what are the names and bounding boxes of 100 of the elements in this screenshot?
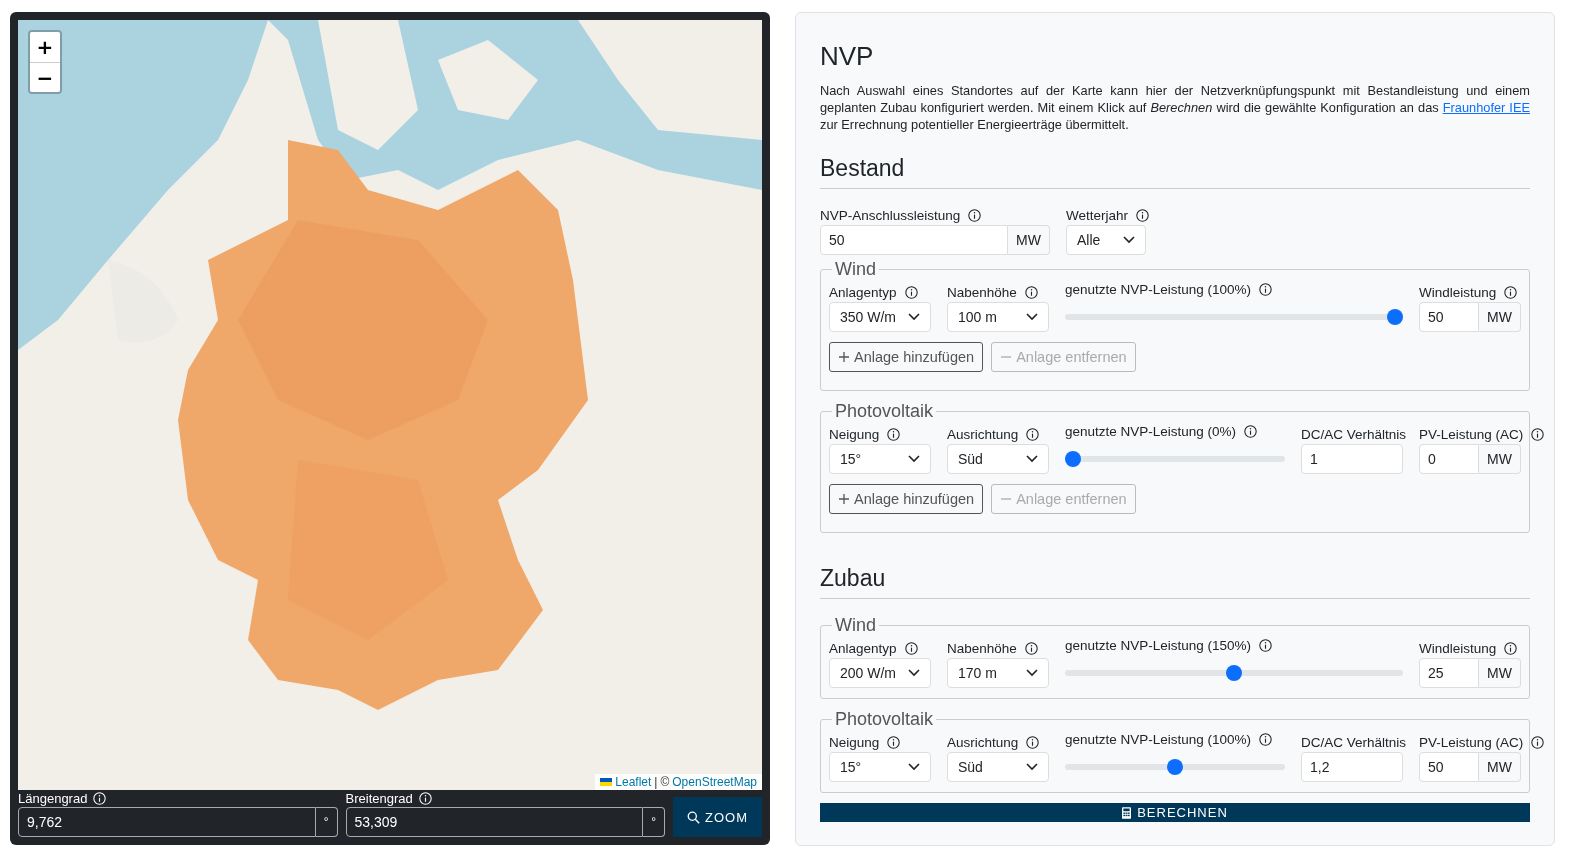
info-icon[interactable] — [1024, 641, 1038, 655]
info-icon[interactable] — [1259, 638, 1273, 652]
info-icon[interactable] — [1026, 735, 1040, 749]
field-label: Nabenhöhe — [947, 284, 1017, 300]
field-label: Breitengrad — [345, 790, 413, 806]
field-label: Anlagentyp — [829, 640, 897, 656]
separator-text: | — [654, 775, 658, 789]
fraunhofer-link[interactable]: Fraunhofer IEE — [1442, 100, 1530, 115]
field-label: Wetterjahr — [1066, 207, 1129, 223]
description-text: Nach Auswahl eines Standortes auf der Karte kann hier der Netzverknüpfungspunkt mit Bestandleistung und einem geplanten Zubau konfiguriert werden. Mit einem Klick auf Berechnen wird die gewählte Konfiguration an das Fraunhofer IEE zur Errechnung potentieller Energieerträge übermittelt. — [820, 82, 1530, 133]
info-icon[interactable] — [1504, 285, 1518, 299]
field-label: DC/AC Verhältnis — [1301, 734, 1407, 750]
leaflet-link[interactable]: Leaflet — [615, 775, 652, 789]
slider-thumb[interactable] — [1226, 665, 1242, 681]
field-label: Neigung — [829, 734, 880, 750]
dropdown[interactable]: 350 W/m — [829, 302, 931, 332]
field-label: NVP-Anschlussleistung — [820, 207, 961, 223]
field-label: Nabenhöhe — [947, 640, 1017, 656]
unit-addon: MW — [1479, 752, 1521, 782]
copyright-sign: © — [660, 775, 670, 789]
dropdown[interactable]: Süd — [947, 752, 1049, 782]
input-field[interactable]: 50 — [1419, 302, 1480, 332]
calculate-button[interactable]: BERECHNEN — [820, 803, 1530, 822]
chevron-icon — [1123, 236, 1135, 244]
dropdown[interactable]: 170 m — [947, 658, 1049, 688]
input-field[interactable]: 9,762 — [18, 807, 316, 837]
group-title: Photovoltaik — [834, 709, 935, 730]
input-field[interactable]: 50 — [1419, 752, 1480, 782]
info-icon[interactable] — [1026, 427, 1040, 441]
field-label: Windleistung — [1419, 640, 1497, 656]
group-title: Photovoltaik — [834, 401, 935, 422]
plus-icon — [838, 351, 850, 363]
info-icon[interactable] — [887, 735, 901, 749]
field-label: Windleistung — [1419, 284, 1497, 300]
info-icon[interactable] — [1504, 641, 1518, 655]
unit-addon: ° — [643, 807, 666, 837]
field-label: genutzte NVP-Leistung (0%) — [1065, 423, 1237, 439]
chevron-icon — [1026, 313, 1038, 321]
info-icon[interactable] — [968, 208, 982, 222]
field-label: genutzte NVP-Leistung (100%) — [1065, 281, 1252, 297]
zoom-button[interactable]: ZOOM — [673, 797, 762, 837]
chevron-icon — [908, 669, 920, 677]
chevron-icon — [908, 763, 920, 771]
slider-thumb[interactable] — [1387, 309, 1403, 325]
section-title: Zubau — [820, 565, 1530, 599]
openstreetmap-link[interactable]: OpenStreetMap — [672, 775, 757, 789]
chevron-icon — [1026, 763, 1038, 771]
field-label: PV-Leistung (AC) — [1419, 426, 1524, 442]
info-icon[interactable] — [1244, 424, 1258, 438]
dropdown[interactable]: 15° — [829, 752, 931, 782]
info-icon[interactable] — [1531, 735, 1545, 749]
info-icon[interactable] — [904, 641, 918, 655]
slider-thumb[interactable] — [1167, 759, 1183, 775]
field-label: genutzte NVP-Leistung (100%) — [1065, 731, 1252, 747]
unit-addon: ° — [315, 807, 338, 837]
input-field[interactable]: 1 — [1301, 444, 1403, 474]
info-icon[interactable] — [887, 427, 901, 441]
field-label: Ausrichtung — [947, 734, 1019, 750]
input-field[interactable]: 0 — [1419, 444, 1480, 474]
search-icon — [687, 810, 701, 824]
group-title: Wind — [834, 259, 877, 280]
chevron-icon — [1026, 669, 1038, 677]
info-icon[interactable] — [1259, 282, 1273, 296]
info-icon[interactable] — [904, 285, 918, 299]
dropdown[interactable]: Süd — [947, 444, 1049, 474]
input-field[interactable]: 53,309 — [345, 807, 644, 837]
group-title: Wind — [834, 615, 877, 636]
info-icon[interactable] — [1024, 285, 1038, 299]
unit-addon: MW — [1479, 302, 1521, 332]
slider-thumb[interactable] — [1065, 451, 1081, 467]
zoom-in-button[interactable]: + — [30, 32, 60, 62]
field-label: Anlagentyp — [829, 284, 897, 300]
field-label: Neigung — [829, 426, 880, 442]
dropdown[interactable]: 200 W/m — [829, 658, 931, 688]
flag-icon — [600, 778, 613, 786]
add-button[interactable]: Anlage hinzufügen — [829, 342, 984, 372]
info-icon[interactable] — [1136, 208, 1150, 222]
chevron-icon — [1026, 455, 1038, 463]
dropdown[interactable]: 100 m — [947, 302, 1049, 332]
field-label: PV-Leistung (AC) — [1419, 734, 1524, 750]
unit-addon: MW — [1008, 225, 1050, 255]
field-label: Längengrad — [18, 790, 88, 806]
unit-addon: MW — [1479, 444, 1521, 474]
info-icon[interactable] — [1531, 427, 1545, 441]
dropdown[interactable]: Alle — [1066, 225, 1146, 255]
plus-icon — [838, 493, 850, 505]
panel-title: NVP — [820, 41, 875, 72]
field-label: genutzte NVP-Leistung (150%) — [1065, 637, 1252, 653]
field-label: Ausrichtung — [947, 426, 1019, 442]
field-label: DC/AC Verhältnis — [1301, 426, 1407, 442]
input-field[interactable]: 25 — [1419, 658, 1480, 688]
calculator-icon — [1122, 806, 1132, 819]
input-field[interactable]: 1,2 — [1301, 752, 1403, 782]
section-title: Bestand — [820, 155, 1530, 189]
zoom-out-button[interactable]: − — [30, 62, 60, 92]
info-icon[interactable] — [1259, 732, 1273, 746]
add-button[interactable]: Anlage hinzufügen — [829, 484, 984, 514]
dropdown[interactable]: 15° — [829, 444, 931, 474]
input-field[interactable]: 50 — [820, 225, 1009, 255]
chevron-icon — [908, 455, 920, 463]
